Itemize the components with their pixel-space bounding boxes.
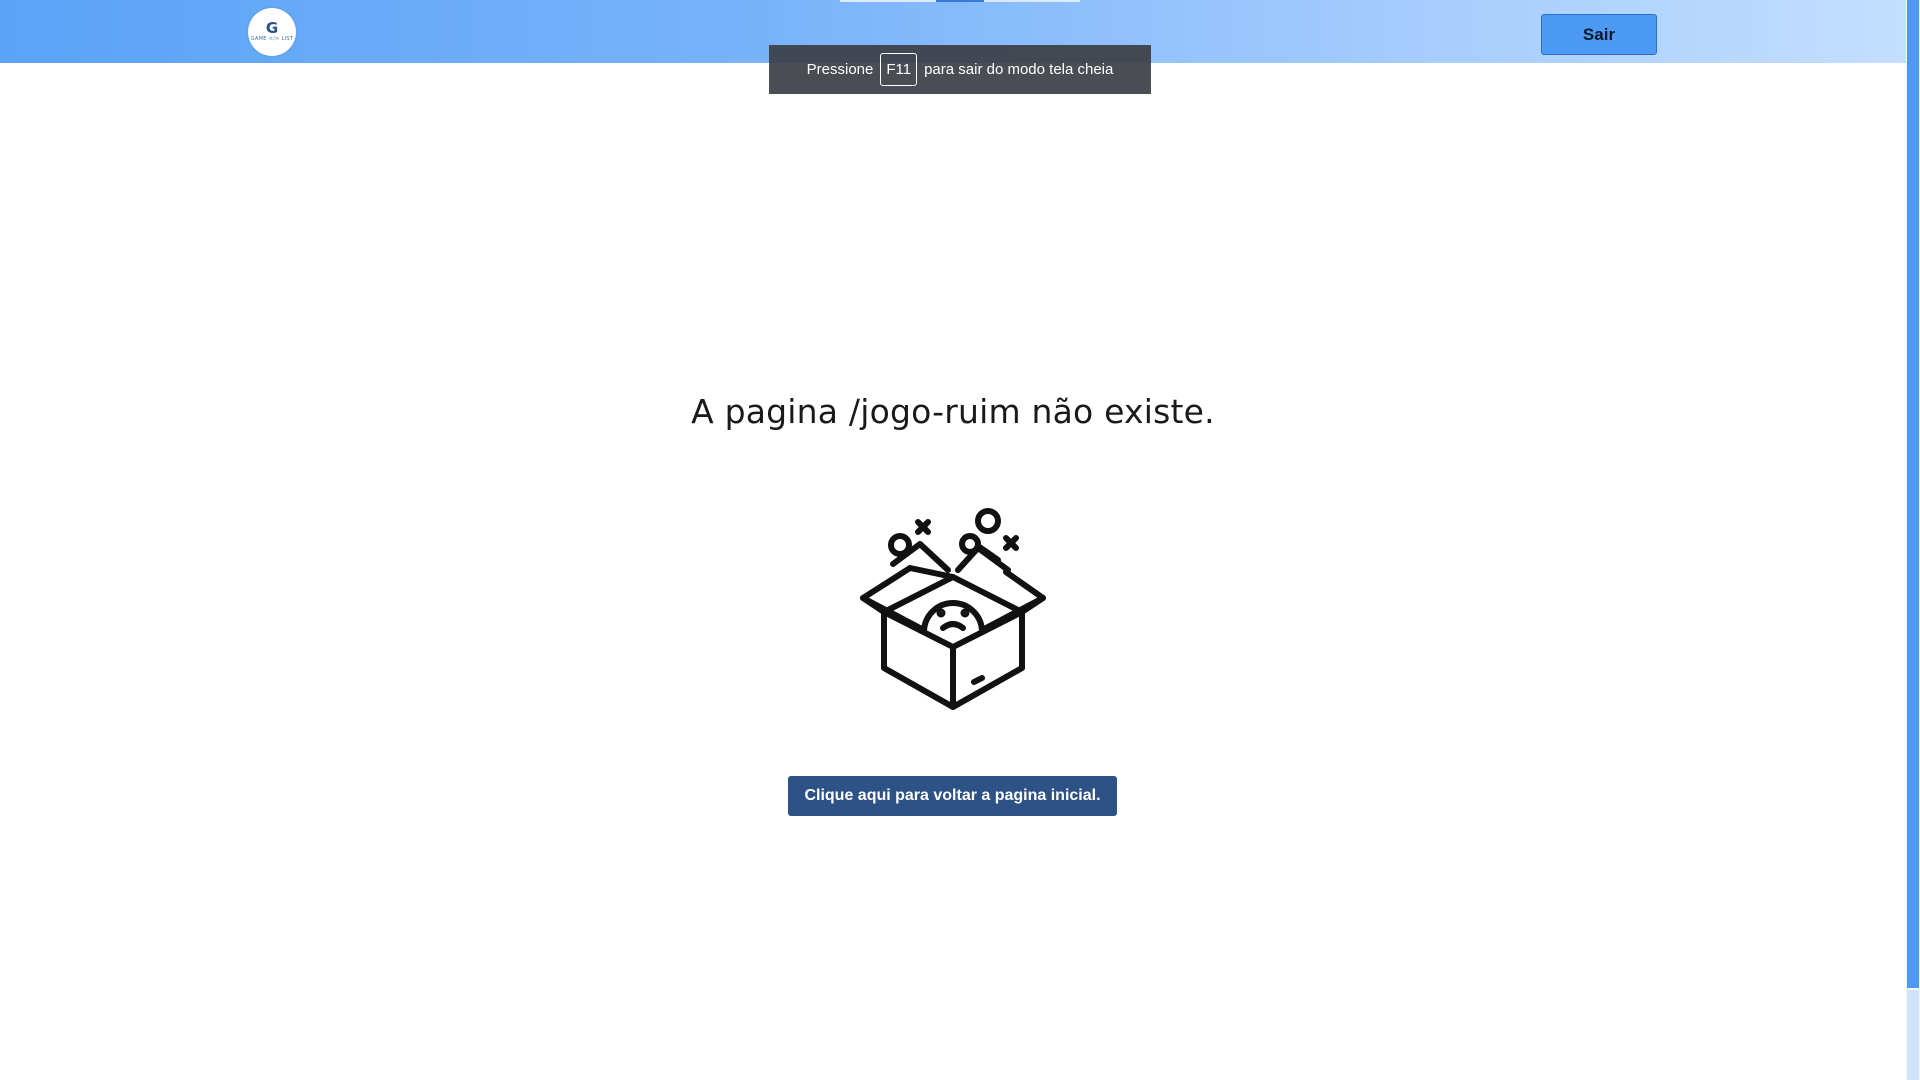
tab-indicator-active: [936, 0, 984, 2]
tab-indicator-left: [840, 0, 936, 2]
empty-box-sad-face-icon: [860, 508, 1046, 710]
fullscreen-key: F11: [880, 53, 918, 86]
error-message: A pagina /jogo-ruim não existe.: [691, 392, 1215, 431]
scrollbar-thumb[interactable]: [1907, 0, 1919, 988]
fullscreen-notice-before: Pressione: [806, 61, 874, 78]
logo-mark: G: [265, 19, 279, 37]
fullscreen-notice: Pressione F11 para sair do modo tela che…: [769, 45, 1151, 94]
logo-text: GAME </> LIST: [250, 36, 294, 42]
page: G GAME </> LIST Sair Pressione F11 para …: [0, 0, 1920, 1080]
back-to-home-button[interactable]: Clique aqui para voltar a pagina inicial…: [788, 776, 1117, 816]
tab-indicator-right: [984, 0, 1080, 2]
fullscreen-notice-after: para sair do modo tela cheia: [924, 61, 1114, 78]
scrollbar-lower-track[interactable]: [1907, 990, 1919, 1080]
exit-button[interactable]: Sair: [1541, 14, 1657, 55]
site-logo[interactable]: G GAME </> LIST: [248, 8, 296, 56]
